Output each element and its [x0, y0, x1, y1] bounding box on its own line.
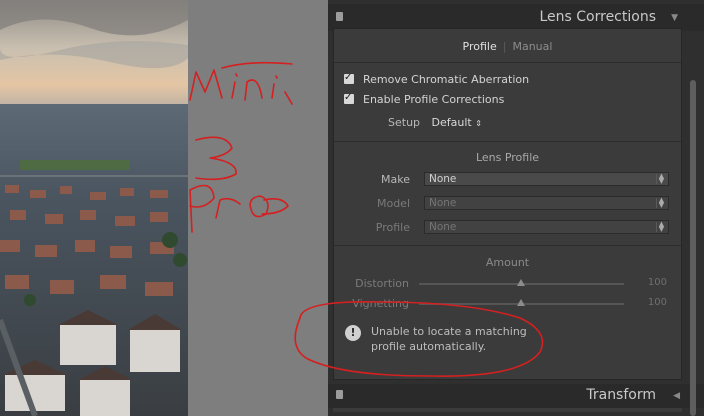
vignetting-value[interactable]: 100 [648, 297, 667, 308]
enable-profile-label: Enable Profile Corrections [363, 93, 505, 106]
warning-line-2: profile automatically. [371, 340, 487, 353]
vignetting-slider[interactable] [419, 299, 624, 306]
profile-label: Profile [375, 221, 410, 234]
updown-arrows-icon: ⇕ [475, 119, 482, 128]
warning-line-1: Unable to locate a matching [371, 325, 527, 338]
setup-row: Setup Default ⇕ [388, 116, 482, 129]
collapse-triangle-icon[interactable]: ▼ [671, 13, 678, 23]
panel-switch-icon[interactable] [336, 12, 343, 21]
tab-profile[interactable]: Profile [463, 40, 497, 53]
transform-header[interactable]: Transform ◀ [328, 384, 704, 408]
remove-ca-label: Remove Chromatic Aberration [363, 73, 530, 86]
profile-value: None [429, 221, 457, 233]
amount-title: Amount [485, 256, 530, 269]
model-label: Model [376, 197, 410, 210]
warning-icon: ! [345, 325, 361, 341]
expand-triangle-icon[interactable]: ◀ [673, 391, 680, 401]
make-select[interactable]: None ▲ ▼ [424, 172, 669, 186]
aerial-town-photo [0, 0, 188, 416]
lens-profile-title: Lens Profile [475, 151, 540, 164]
vignetting-label: Vignetting [352, 297, 409, 310]
develop-panel: Lens Corrections ▼ Profile | Manual ✓ Remo… [328, 0, 704, 416]
remove-ca-checkbox[interactable]: ✓ [344, 72, 354, 84]
profile-select[interactable]: None ▲ ▼ [424, 220, 669, 234]
distortion-slider[interactable] [419, 279, 624, 286]
lens-corrections-title: Lens Corrections [539, 9, 656, 25]
checkmark-icon: ✓ [344, 92, 353, 103]
transform-body-edge [333, 408, 682, 412]
model-value: None [429, 197, 457, 209]
model-select[interactable]: None ▲ ▼ [424, 196, 669, 210]
setup-dropdown[interactable]: Default ⇕ [432, 116, 482, 129]
divider [334, 62, 681, 63]
divider [334, 141, 681, 142]
enable-profile-checkbox[interactable]: ✓ [344, 92, 354, 104]
panel-switch-icon[interactable] [336, 390, 343, 399]
distortion-slider-thumb[interactable] [517, 279, 525, 286]
make-value: None [429, 173, 457, 185]
select-arrows-icon: ▲ ▼ [656, 197, 666, 209]
select-arrows-icon: ▲ ▼ [656, 173, 666, 185]
transform-title: Transform [586, 387, 656, 403]
checkmark-icon: ✓ [344, 72, 353, 83]
setup-label: Setup [388, 116, 421, 129]
vignetting-slider-thumb[interactable] [517, 299, 525, 306]
lens-corrections-body: Profile | Manual ✓ Remove Chromatic Aberra… [333, 28, 682, 380]
distortion-label: Distortion [355, 277, 409, 290]
vignetting-slider-row: Vignetting 100 [334, 297, 681, 311]
distortion-value[interactable]: 100 [648, 277, 667, 288]
photo-preview [0, 0, 188, 416]
tab-manual[interactable]: Manual [512, 40, 552, 53]
select-arrows-icon: ▲ ▼ [656, 221, 666, 233]
make-label: Make [381, 173, 410, 186]
panel-scrollbar[interactable] [690, 80, 696, 416]
canvas-background [188, 0, 328, 416]
distortion-slider-row: Distortion 100 [334, 277, 681, 291]
setup-value: Default [431, 116, 472, 129]
warning-message: Unable to locate a matching profile auto… [371, 324, 571, 354]
divider [334, 245, 681, 246]
lens-tabs: Profile | Manual [334, 40, 681, 53]
tab-separator: | [502, 40, 507, 53]
lens-corrections-header[interactable]: Lens Corrections ▼ [328, 4, 704, 31]
